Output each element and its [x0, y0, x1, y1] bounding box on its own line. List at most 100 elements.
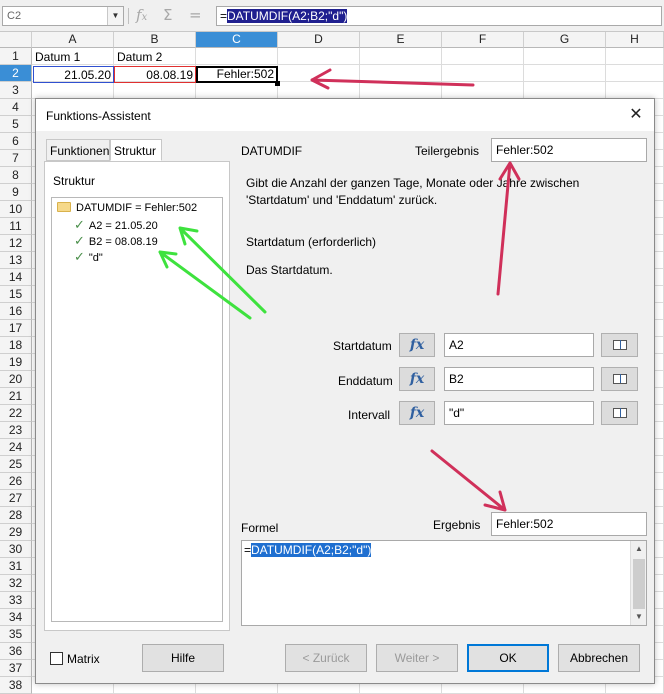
intervall-input[interactable]: "d"	[444, 401, 594, 425]
param-label-startdatum: Startdatum	[333, 339, 392, 353]
column-header-e[interactable]: E	[360, 32, 442, 48]
dialog-titlebar: Funktions-Assistent ✕	[36, 99, 654, 131]
ok-button[interactable]: OK	[467, 644, 549, 672]
next-button[interactable]: Weiter >	[376, 644, 458, 672]
cell-c2[interactable]: Fehler:502	[196, 66, 278, 83]
row-header-25[interactable]: 25	[0, 456, 32, 473]
formula-scrollbar[interactable]: ▲ ▼	[630, 541, 646, 625]
tree-item-label: A2 = 21.05.20	[88, 220, 158, 232]
tree-item[interactable]: ✓ A2 = 21.05.20	[74, 218, 158, 233]
row-header-21[interactable]: 21	[0, 388, 32, 405]
structure-label: Struktur	[53, 174, 96, 188]
back-button[interactable]: < Zurück	[285, 644, 367, 672]
row-header-15[interactable]: 15	[0, 286, 32, 303]
chevron-down-icon[interactable]: ▼	[107, 7, 123, 25]
row-header-2[interactable]: 2	[0, 65, 32, 82]
row-header-5[interactable]: 5	[0, 116, 32, 133]
cell-b2[interactable]: 08.08.19	[114, 66, 196, 83]
column-header-b[interactable]: B	[114, 32, 196, 48]
cell-a1[interactable]: Datum 1	[33, 49, 113, 66]
parameter-title: Startdatum (erforderlich)	[246, 235, 377, 249]
row-header-1[interactable]: 1	[0, 48, 32, 65]
row-header-13[interactable]: 13	[0, 252, 32, 269]
tree-item[interactable]: ✓ "d"	[74, 250, 103, 265]
row-header-19[interactable]: 19	[0, 354, 32, 371]
column-header-a[interactable]: A	[32, 32, 114, 48]
structure-tree[interactable]: DATUMDIF = Fehler:502 ✓ A2 = 21.05.20 ✓ B2…	[51, 197, 223, 622]
row-header-12[interactable]: 12	[0, 235, 32, 252]
scroll-down-icon[interactable]: ▼	[631, 609, 647, 625]
shrink-dialog-icon[interactable]	[601, 401, 638, 425]
row-header-31[interactable]: 31	[0, 558, 32, 575]
row-header-9[interactable]: 9	[0, 184, 32, 201]
tree-item-label: "d"	[88, 252, 103, 264]
close-icon[interactable]: ✕	[626, 105, 646, 125]
fx-icon[interactable]: fx	[136, 6, 147, 24]
fx-icon[interactable]: fx	[399, 333, 435, 357]
row-header-8[interactable]: 8	[0, 167, 32, 184]
formula-label: Formel	[241, 521, 279, 535]
row-header-38[interactable]: 38	[0, 677, 32, 694]
tree-item[interactable]: ✓ B2 = 08.08.19	[74, 234, 158, 249]
name-box[interactable]: C2 ▼	[2, 6, 124, 26]
row-header-11[interactable]: 11	[0, 218, 32, 235]
row-header-6[interactable]: 6	[0, 133, 32, 150]
row-header-30[interactable]: 30	[0, 541, 32, 558]
cell-a2[interactable]: 21.05.20	[33, 66, 114, 83]
matrix-checkbox[interactable]	[50, 652, 63, 665]
row-header-37[interactable]: 37	[0, 660, 32, 677]
shrink-dialog-icon[interactable]	[601, 367, 638, 391]
row-header-32[interactable]: 32	[0, 575, 32, 592]
tab-funktionen[interactable]: Funktionen	[46, 139, 110, 161]
row-header-22[interactable]: 22	[0, 405, 32, 422]
function-description: Gibt die Anzahl der ganzen Tage, Monate …	[246, 176, 580, 207]
sum-icon[interactable]: Σ	[163, 6, 172, 24]
scroll-up-icon[interactable]: ▲	[631, 541, 647, 557]
cell-b1[interactable]: Datum 2	[115, 49, 195, 66]
row-header-34[interactable]: 34	[0, 609, 32, 626]
formula-editor-selection: DATUMDIF(A2;B2;"d")	[251, 543, 372, 557]
row-header-28[interactable]: 28	[0, 507, 32, 524]
partial-result-field: Fehler:502	[491, 138, 647, 162]
row-header-7[interactable]: 7	[0, 150, 32, 167]
row-header-33[interactable]: 33	[0, 592, 32, 609]
shrink-dialog-icon[interactable]	[601, 333, 638, 357]
row-header-24[interactable]: 24	[0, 439, 32, 456]
row-header-35[interactable]: 35	[0, 626, 32, 643]
row-header-23[interactable]: 23	[0, 422, 32, 439]
column-header-d[interactable]: D	[278, 32, 360, 48]
column-header-g[interactable]: G	[524, 32, 606, 48]
column-header-c[interactable]: C	[196, 32, 278, 48]
row-header-20[interactable]: 20	[0, 371, 32, 388]
fx-icon[interactable]: fx	[399, 401, 435, 425]
scroll-thumb[interactable]	[633, 559, 645, 609]
row-header-36[interactable]: 36	[0, 643, 32, 660]
fill-handle[interactable]	[275, 81, 280, 86]
row-header-10[interactable]: 10	[0, 201, 32, 218]
formula-editor[interactable]: =DATUMDIF(A2;B2;"d") ▲ ▼	[241, 540, 647, 626]
row-header-16[interactable]: 16	[0, 303, 32, 320]
formula-input[interactable]: =DATUMDIF(A2;B2;"d")	[216, 6, 662, 26]
startdatum-input[interactable]: A2	[444, 333, 594, 357]
enddatum-input[interactable]: B2	[444, 367, 594, 391]
column-header-h[interactable]: H	[606, 32, 664, 48]
tree-root[interactable]: DATUMDIF = Fehler:502	[57, 202, 197, 214]
corner-select-all[interactable]	[0, 32, 32, 48]
tab-struktur[interactable]: Struktur	[110, 139, 162, 161]
row-header-3[interactable]: 3	[0, 82, 32, 99]
structure-panel: Struktur DATUMDIF = Fehler:502 ✓ A2 = 21.…	[44, 161, 230, 631]
row-header-29[interactable]: 29	[0, 524, 32, 541]
checkmark-icon: ✓	[74, 218, 85, 233]
row-header-14[interactable]: 14	[0, 269, 32, 286]
cancel-button[interactable]: Abbrechen	[558, 644, 640, 672]
help-button[interactable]: Hilfe	[142, 644, 224, 672]
function-name: DATUMDIF	[241, 144, 303, 158]
row-header-4[interactable]: 4	[0, 99, 32, 116]
row-header-18[interactable]: 18	[0, 337, 32, 354]
row-header-27[interactable]: 27	[0, 490, 32, 507]
fx-icon[interactable]: fx	[399, 367, 435, 391]
row-header-26[interactable]: 26	[0, 473, 32, 490]
equals-icon[interactable]: =	[189, 6, 202, 24]
column-header-f[interactable]: F	[442, 32, 524, 48]
row-header-17[interactable]: 17	[0, 320, 32, 337]
